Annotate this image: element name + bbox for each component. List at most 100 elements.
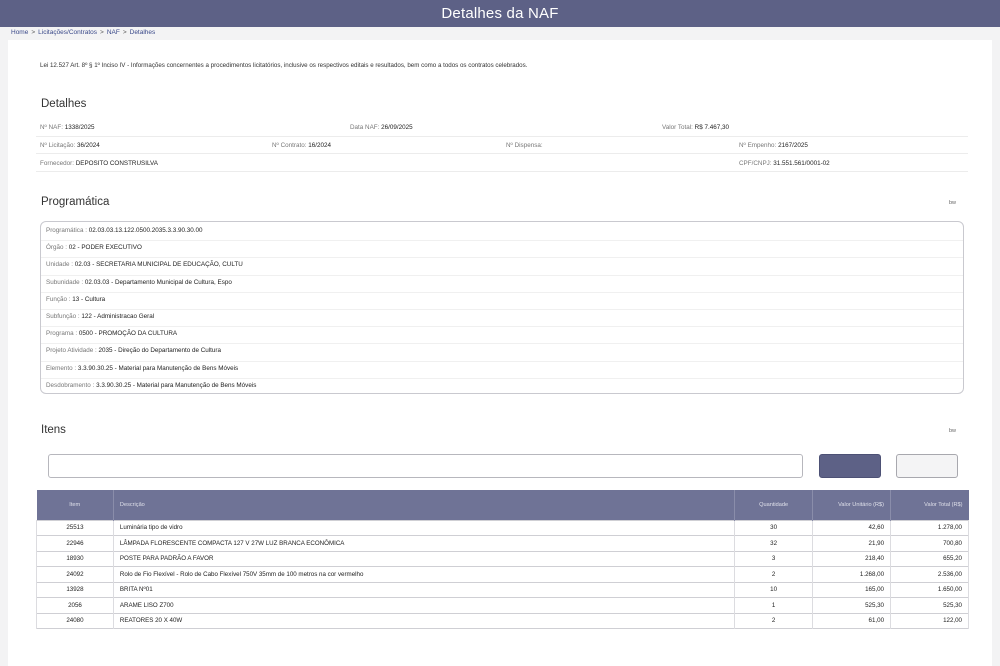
page-header: Detalhes da NAF xyxy=(0,0,1000,27)
breadcrumb-separator: > xyxy=(100,29,104,36)
contrato-field: Nº Contrato: 16/2024 xyxy=(272,142,331,149)
divider xyxy=(41,309,963,310)
programatica-row-label: Subfunção : xyxy=(46,313,80,320)
cell-item: 18930 xyxy=(36,551,114,567)
cell-descricao: ARAME LISO Z700 xyxy=(112,597,735,613)
divider xyxy=(36,136,968,137)
cell-valor-unitario: 218,40 xyxy=(812,551,891,567)
licitacao-value: 36/2024 xyxy=(76,142,100,149)
cell-quantidade: 2 xyxy=(734,566,813,582)
breadcrumb-home[interactable]: Home xyxy=(11,29,28,36)
cell-item: 22946 xyxy=(36,535,114,551)
divider xyxy=(41,360,963,362)
cell-quantidade: 2 xyxy=(734,613,813,629)
cell-item: 24092 xyxy=(36,566,114,582)
total-value-label: Valor Total: xyxy=(662,124,693,131)
column-header-valor-unitario[interactable]: Valor Unitário (R$) xyxy=(812,490,892,520)
cell-valor-unitario: 1.268,00 xyxy=(812,566,891,582)
breadcrumb: Home > Licitações/Contratos > NAF > Detalhes xyxy=(11,29,155,36)
cell-valor-total: 525,30 xyxy=(890,597,969,613)
naf-number-value: 1338/2025 xyxy=(64,124,95,131)
breadcrumb-licitacoes[interactable]: Licitações/Contratos xyxy=(38,29,97,36)
table-row[interactable]: 2056 ARAME LISO Z700 1 525,30 525,30 xyxy=(36,597,969,613)
programatica-row: Elemento : 3.3.90.30.25 - Material para … xyxy=(46,365,238,372)
cell-quantidade: 30 xyxy=(734,520,813,536)
itens-title: Itens xyxy=(41,424,66,436)
cell-valor-total: 2.536,00 xyxy=(890,566,969,582)
search-input[interactable] xyxy=(48,454,803,478)
programatica-row-value: 3.3.90.30.25 - Material para Manutenção … xyxy=(77,364,239,372)
items-table-body: 25513 Luminária tipo de vidro 30 42,60 1.278… xyxy=(36,520,969,629)
column-header-item[interactable]: Item xyxy=(36,490,114,520)
table-row[interactable]: 24080 REATORES 20 X 40W 2 61,00 122,00 xyxy=(36,613,969,629)
programatica-row-label: Desdobramento : xyxy=(46,381,95,389)
empenho-field: Nº Empenho: 2167/2025 xyxy=(739,142,808,149)
licitacao-field: Nº Licitação: 36/2024 xyxy=(40,142,100,149)
programatica-row-value: 2035 - Direção do Departamento de Cultur… xyxy=(98,347,222,355)
table-row[interactable]: 18930 POSTE PARA PADRÃO A FAVOR 3 218,40 655… xyxy=(36,551,969,567)
programatica-title: Programática xyxy=(41,196,110,208)
naf-number-label: Nº NAF: xyxy=(40,124,63,131)
contrato-label: Nº Contrato: xyxy=(272,142,307,149)
table-row[interactable]: 25513 Luminária tipo de vidro 30 42,60 1.278… xyxy=(36,520,969,536)
divider xyxy=(41,291,963,293)
cell-valor-unitario: 165,00 xyxy=(812,582,891,598)
fornecedor-label: Fornecedor: xyxy=(40,160,74,167)
column-header-valor-total[interactable]: Valor Total (R$) xyxy=(891,490,969,520)
dispensa-field: Nº Dispensa: xyxy=(506,142,543,149)
divider xyxy=(41,240,963,242)
programatica-row: Função : 13 - Cultura xyxy=(46,296,105,303)
cell-quantidade: 32 xyxy=(734,535,813,551)
cell-valor-total: 700,80 xyxy=(890,535,969,551)
programatica-box: Programática : 02.03.03.13.122.0500.2035… xyxy=(40,221,964,394)
empenho-value: 2167/2025 xyxy=(778,142,808,149)
naf-number-field: Nº NAF: 1338/2025 xyxy=(40,124,94,131)
itens-toggle[interactable]: bw xyxy=(949,428,956,434)
programatica-row-label: Elemento : xyxy=(46,364,77,372)
programatica-toggle[interactable]: bw xyxy=(949,200,956,206)
cell-valor-total: 1.278,00 xyxy=(890,520,969,536)
divider xyxy=(41,274,963,276)
total-value-value: R$ 7.467,30 xyxy=(694,124,729,131)
column-header-descricao[interactable]: Descrição xyxy=(113,490,736,520)
cell-quantidade: 3 xyxy=(734,551,813,567)
column-header-quantidade[interactable]: Quantidade xyxy=(734,490,814,520)
programatica-row-value: 02.03.03.13.122.0500.2035.3.3.90.30.00 xyxy=(88,227,203,234)
clear-button[interactable] xyxy=(896,454,958,478)
table-header-row: Item Descrição Quantidade Valor Unitário… xyxy=(36,490,969,520)
law-text: Lei 12.527 Art. 8º § 1º Inciso IV - Info… xyxy=(40,62,528,69)
breadcrumb-detalhes[interactable]: Detalhes xyxy=(130,29,156,36)
cell-item: 25513 xyxy=(36,520,114,536)
breadcrumb-naf[interactable]: NAF xyxy=(107,29,120,36)
naf-date-value: 26/09/2025 xyxy=(381,124,413,131)
items-table: Item Descrição Quantidade Valor Unitário… xyxy=(36,490,969,629)
programatica-row-value: 02.03 - SECRETARIA MUNICIPAL DE EDUCAÇÃO… xyxy=(74,261,243,269)
cnpj-value: 31.551.561/0001-02 xyxy=(773,160,830,167)
fornecedor-value: DEPOSITO CONSTRUSILVA xyxy=(75,160,158,167)
programatica-row: Unidade : 02.03 - SECRETARIA MUNICIPAL D… xyxy=(46,261,243,268)
cell-valor-total: 655,20 xyxy=(890,551,969,567)
programatica-row-value: 02.03.03 - Departamento Municipal de Cul… xyxy=(84,278,232,286)
programatica-row-value: 13 - Cultura xyxy=(72,295,106,303)
programatica-row: Programática : 02.03.03.13.122.0500.2035… xyxy=(46,227,203,234)
detalhes-title: Detalhes xyxy=(41,98,87,110)
programatica-row-label: Função : xyxy=(46,295,71,303)
cell-quantidade: 10 xyxy=(734,582,813,598)
table-row[interactable]: 22946 LÂMPADA FLORESCENTE COMPACTA 127 V … xyxy=(36,535,969,551)
cell-item: 24080 xyxy=(36,613,114,629)
programatica-row-value: 0500 - PROMOÇÃO DA CULTURA xyxy=(78,330,178,338)
contrato-value: 16/2024 xyxy=(308,142,332,149)
table-row[interactable]: 13928 BRITA Nº01 10 165,00 1.650,00 xyxy=(36,582,969,598)
programatica-row-label: Subunidade : xyxy=(46,278,84,286)
search-button[interactable] xyxy=(819,454,881,478)
table-row[interactable]: 24092 Rolo de Fio Flexível - Rolo de Cabo… xyxy=(36,566,969,582)
empenho-label: Nº Empenho: xyxy=(739,142,777,149)
cell-descricao: Rolo de Fio Flexível - Rolo de Cabo Flex… xyxy=(112,566,735,582)
divider xyxy=(41,343,963,345)
programatica-row-value: 122 - Administracao Geral xyxy=(81,313,155,320)
programatica-row: Órgão : 02 - PODER EXECUTIVO xyxy=(46,244,142,251)
cell-valor-unitario: 42,60 xyxy=(812,520,891,536)
naf-date-field: Data NAF: 26/09/2025 xyxy=(350,124,413,131)
divider xyxy=(41,257,963,259)
programatica-row-value: 3.3.90.30.25 - Material para Manutenção … xyxy=(96,381,257,389)
